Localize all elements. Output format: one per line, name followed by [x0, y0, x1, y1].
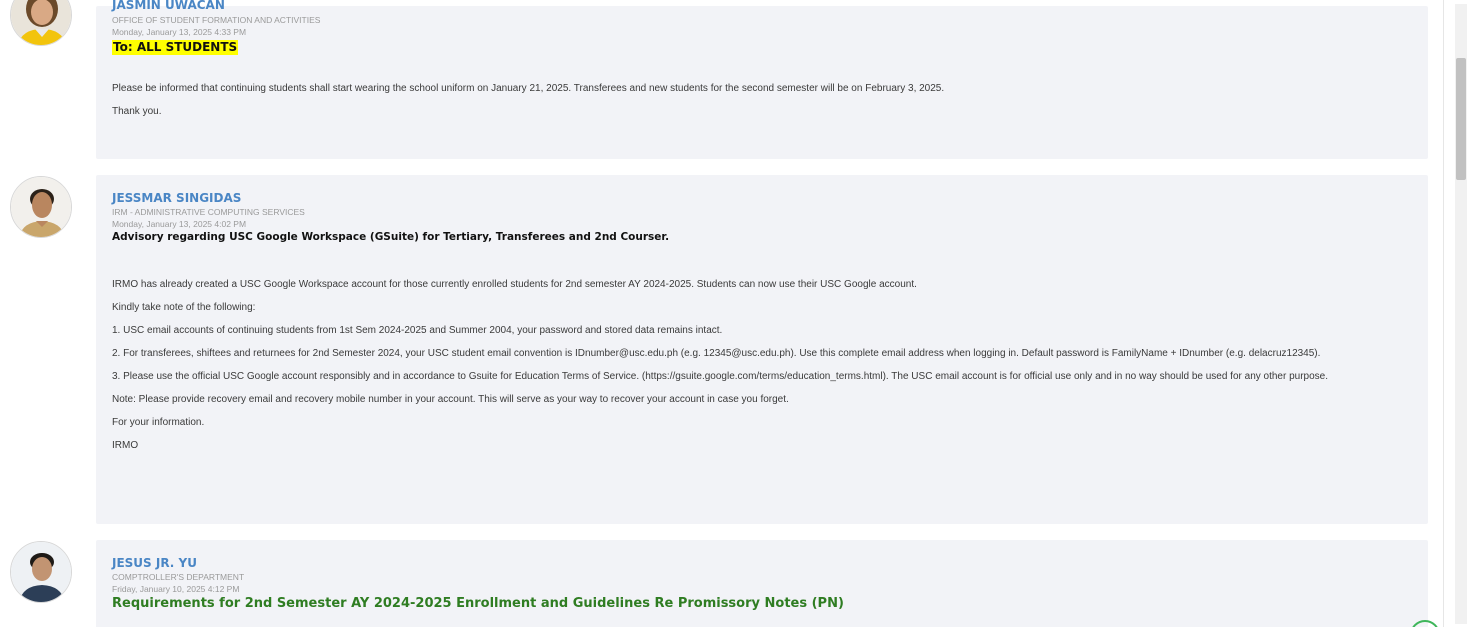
author-avatar[interactable]: [10, 0, 72, 46]
post-date: Monday, January 13, 2025 4:33 PM: [112, 27, 247, 37]
announcement-card: JESUS JR. YU COMPTROLLER'S DEPARTMENT Fr…: [96, 540, 1428, 627]
post-paragraph: 1. USC email accounts of continuing stud…: [112, 325, 723, 336]
post-subject: Advisory regarding USC Google Workspace …: [112, 231, 670, 243]
author-block: JASMIN UWACAN: [112, 0, 225, 13]
post-date: Friday, January 10, 2025 4:12 PM: [112, 584, 240, 594]
post-paragraph: 3. Please use the official USC Google ac…: [112, 371, 1329, 382]
author-name[interactable]: JASMIN UWACAN: [112, 0, 225, 13]
post-body: Please be informed that continuing stude…: [112, 82, 1392, 118]
post-paragraph: Thank you.: [112, 106, 162, 117]
announcement-card: JASMIN UWACAN OFFICE OF STUDENT FORMATIO…: [96, 0, 1428, 159]
post-paragraph: Kindly take note of the following:: [112, 302, 256, 313]
author-department: OFFICE OF STUDENT FORMATION AND ACTIVITI…: [112, 15, 321, 25]
announcement-feed: JASMIN UWACAN OFFICE OF STUDENT FORMATIO…: [0, 0, 1440, 627]
post-subject[interactable]: Requirements for 2nd Semester AY 2024-20…: [112, 595, 1402, 613]
author-name[interactable]: JESSMAR SINGIDAS: [112, 191, 1402, 206]
scrollbar-thumb[interactable]: [1456, 58, 1466, 180]
author-avatar[interactable]: [10, 541, 72, 603]
avatar-photo-icon: [11, 542, 71, 602]
author-name[interactable]: JESUS JR. YU: [112, 556, 1402, 571]
post-header: OFFICE OF STUDENT FORMATION AND ACTIVITI…: [112, 14, 1392, 56]
author-avatar[interactable]: [10, 176, 72, 238]
post-paragraph: IRMO has already created a USC Google Wo…: [112, 279, 917, 290]
post-paragraph: Note: Please provide recovery email and …: [112, 394, 789, 405]
post-subject: To: ALL STUDENTS: [112, 40, 239, 55]
announcement-card: JESSMAR SINGIDAS IRM - ADMINISTRATIVE CO…: [96, 175, 1428, 524]
post-date: Monday, January 13, 2025 4:02 PM: [112, 219, 247, 229]
post-header: JESSMAR SINGIDAS IRM - ADMINISTRATIVE CO…: [112, 191, 1402, 245]
scrollbar[interactable]: [1443, 0, 1470, 627]
author-department: IRM - ADMINISTRATIVE COMPUTING SERVICES: [112, 207, 305, 217]
avatar-photo-icon: [11, 177, 71, 237]
post-paragraph: For your information.: [112, 417, 205, 428]
post-header: JESUS JR. YU COMPTROLLER'S DEPARTMENT Fr…: [112, 556, 1402, 613]
post-body: IRMO has already created a USC Google Wo…: [112, 278, 1402, 452]
viewport: JASMIN UWACAN OFFICE OF STUDENT FORMATIO…: [0, 0, 1470, 627]
post-paragraph: Please be informed that continuing stude…: [112, 83, 945, 94]
avatar-photo-icon: [11, 0, 71, 45]
post-paragraph: IRMO: [112, 440, 139, 451]
author-department: COMPTROLLER'S DEPARTMENT: [112, 572, 245, 582]
post-paragraph: 2. For transferees, shiftees and returne…: [112, 348, 1321, 359]
